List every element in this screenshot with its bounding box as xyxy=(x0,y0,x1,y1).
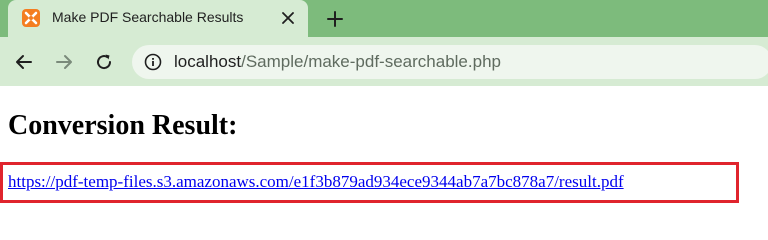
info-icon[interactable] xyxy=(144,53,162,76)
result-pdf-link[interactable]: https://pdf-temp-files.s3.amazonaws.com/… xyxy=(8,172,624,192)
url-host: localhost xyxy=(174,52,242,71)
url-text[interactable]: localhost/Sample/make-pdf-searchable.php xyxy=(174,52,501,72)
xampp-icon xyxy=(22,9,40,27)
page-title: Conversion Result: xyxy=(8,110,238,141)
url-path: /Sample/make-pdf-searchable.php xyxy=(241,52,501,71)
close-icon[interactable] xyxy=(276,6,300,30)
reload-icon[interactable] xyxy=(91,49,117,75)
forward-arrow-icon[interactable] xyxy=(51,49,77,75)
browser-tab[interactable]: Make PDF Searchable Results xyxy=(8,0,308,37)
address-bar[interactable]: localhost/Sample/make-pdf-searchable.php xyxy=(132,45,768,79)
back-arrow-icon[interactable] xyxy=(11,49,37,75)
plus-icon[interactable] xyxy=(322,6,348,32)
tab-strip: Make PDF Searchable Results xyxy=(0,0,768,37)
browser-toolbar: localhost/Sample/make-pdf-searchable.php xyxy=(0,37,768,86)
tab-title: Make PDF Searchable Results xyxy=(52,9,244,25)
